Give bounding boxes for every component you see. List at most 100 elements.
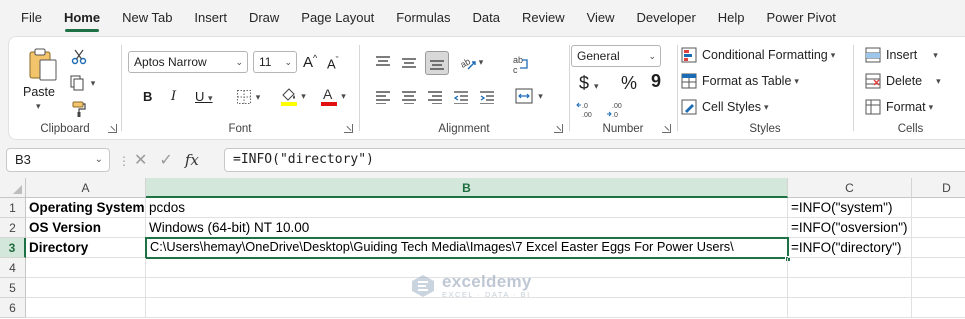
delete-cells-button[interactable]: Delete ▾ xyxy=(865,73,941,89)
number-dialog-launcher-icon[interactable] xyxy=(662,124,671,133)
cell-d5[interactable] xyxy=(912,278,965,298)
increase-indent-icon[interactable] xyxy=(477,87,497,107)
format-painter-icon[interactable] xyxy=(69,99,89,119)
tab-page-layout[interactable]: Page Layout xyxy=(290,0,385,36)
wrap-text-icon[interactable]: ab c xyxy=(511,53,531,77)
cell-d6[interactable] xyxy=(912,298,965,318)
tab-review[interactable]: Review xyxy=(511,0,576,36)
select-all-corner[interactable] xyxy=(0,178,26,198)
cell-a6[interactable] xyxy=(26,298,146,318)
paste-label[interactable]: Paste xyxy=(23,85,55,99)
cell-c2[interactable]: =INFO("osversion") xyxy=(788,218,912,238)
cell-c1[interactable]: =INFO("system") xyxy=(788,198,912,218)
tab-file[interactable]: File xyxy=(10,0,53,36)
row-header-1[interactable]: 1 xyxy=(0,198,26,218)
cell-c4[interactable] xyxy=(788,258,912,278)
orientation-icon[interactable]: ab ▾ xyxy=(455,51,487,73)
grow-font-label: A xyxy=(303,54,314,71)
tab-view[interactable]: View xyxy=(576,0,626,36)
tab-developer[interactable]: Developer xyxy=(626,0,707,36)
format-cells-button[interactable]: Format ▾ xyxy=(865,99,933,115)
cell-d3[interactable] xyxy=(912,238,965,258)
tab-new-tab[interactable]: New Tab xyxy=(111,0,183,36)
cell-a1[interactable]: Operating System xyxy=(26,198,146,218)
fill-color-icon[interactable]: ▾ xyxy=(275,85,311,107)
name-box[interactable]: B3 ⌄ xyxy=(6,148,110,172)
align-center-icon[interactable] xyxy=(399,87,419,107)
copy-icon[interactable]: ▾ xyxy=(67,73,97,93)
font-size-select[interactable]: 11 ⌄ xyxy=(253,51,297,73)
row-header-4[interactable]: 4 xyxy=(0,258,26,278)
paste-chevron-down-icon[interactable]: ▾ xyxy=(36,101,41,112)
column-header-a[interactable]: A xyxy=(26,178,146,198)
borders-icon[interactable]: ▾ xyxy=(233,87,263,107)
cell-a2[interactable]: OS Version xyxy=(26,218,146,238)
cell-d2[interactable] xyxy=(912,218,965,238)
row-header-5[interactable]: 5 xyxy=(0,278,26,298)
decrease-decimal-icon[interactable]: .00.0 xyxy=(605,99,631,119)
paste-icon[interactable] xyxy=(25,47,61,83)
font-dialog-launcher-icon[interactable] xyxy=(344,124,353,133)
cells-group-label: Cells xyxy=(897,123,924,135)
cut-icon[interactable] xyxy=(69,47,89,67)
insert-function-icon[interactable]: fx xyxy=(185,151,199,169)
cell-c6[interactable] xyxy=(788,298,912,318)
cell-c5[interactable] xyxy=(788,278,912,298)
increase-decimal-icon[interactable]: .0.00 xyxy=(575,99,601,119)
cell-styles-button[interactable]: Cell Styles ▾ xyxy=(681,99,769,115)
cell-b2[interactable]: Windows (64-bit) NT 10.00 xyxy=(146,218,788,238)
number-format-select[interactable]: General ⌄ xyxy=(571,45,661,67)
merge-center-icon[interactable]: ▾ xyxy=(509,85,549,107)
column-header-b[interactable]: B xyxy=(146,178,788,198)
tab-home[interactable]: Home xyxy=(53,0,111,36)
cell-c3[interactable]: =INFO("directory") xyxy=(788,238,912,258)
comma-style-button[interactable]: 9 xyxy=(651,71,661,92)
font-group-label: Font xyxy=(228,123,252,135)
cell-b6[interactable] xyxy=(146,298,788,318)
cell-b3[interactable]: C:\Users\hemay\OneDrive\Desktop\Guiding … xyxy=(145,237,789,259)
underline-button[interactable]: U ▾ xyxy=(195,89,213,104)
row-header-3[interactable]: 3 xyxy=(0,238,26,258)
align-bottom-icon[interactable] xyxy=(425,51,449,75)
enter-icon[interactable]: ✓ xyxy=(159,150,172,170)
column-header-c[interactable]: C xyxy=(788,178,912,198)
cancel-icon[interactable]: ✕ xyxy=(134,150,147,170)
font-group: Aptos Narrow ⌄ 11 ⌄ A^ Aˇ B I U ▾ ▾ ▾ A … xyxy=(123,41,357,137)
cell-a5[interactable] xyxy=(26,278,146,298)
cell-a4[interactable] xyxy=(26,258,146,278)
tab-formulas[interactable]: Formulas xyxy=(385,0,461,36)
cell-d1[interactable] xyxy=(912,198,965,218)
tab-help[interactable]: Help xyxy=(707,0,756,36)
conditional-formatting-button[interactable]: Conditional Formatting ▾ xyxy=(681,47,835,63)
align-left-icon[interactable] xyxy=(373,87,393,107)
clipboard-dialog-launcher-icon[interactable] xyxy=(108,124,117,133)
insert-cells-button[interactable]: Insert ▾ xyxy=(865,47,938,63)
svg-text:.0: .0 xyxy=(612,112,618,118)
row-header-2[interactable]: 2 xyxy=(0,218,26,238)
font-color-icon[interactable]: A ▾ xyxy=(315,85,351,107)
cell-a3[interactable]: Directory xyxy=(26,238,146,258)
row-header-6[interactable]: 6 xyxy=(0,298,26,318)
align-middle-icon[interactable] xyxy=(399,53,419,73)
bold-button[interactable]: B xyxy=(143,89,152,104)
tab-power-pivot[interactable]: Power Pivot xyxy=(756,0,847,36)
grow-font-button[interactable]: A^ xyxy=(303,53,317,71)
percent-button[interactable]: % xyxy=(621,73,637,94)
column-header-d[interactable]: D xyxy=(912,178,965,198)
decrease-indent-icon[interactable] xyxy=(451,87,471,107)
currency-button[interactable]: $ ▾ xyxy=(579,73,599,94)
align-top-icon[interactable] xyxy=(373,53,393,73)
font-name-select[interactable]: Aptos Narrow ⌄ xyxy=(128,51,248,73)
format-as-table-button[interactable]: Format as Table ▾ xyxy=(681,73,799,89)
cell-b1[interactable]: pcdos xyxy=(146,198,788,218)
formula-input[interactable]: =INFO("directory") xyxy=(224,148,965,172)
tab-insert[interactable]: Insert xyxy=(183,0,238,36)
tab-data[interactable]: Data xyxy=(461,0,510,36)
tab-draw[interactable]: Draw xyxy=(238,0,290,36)
shrink-font-button[interactable]: Aˇ xyxy=(327,55,339,71)
align-right-icon[interactable] xyxy=(425,87,445,107)
italic-button[interactable]: I xyxy=(171,89,176,104)
alignment-dialog-launcher-icon[interactable] xyxy=(554,124,563,133)
ribbon-separator xyxy=(677,45,678,131)
cell-d4[interactable] xyxy=(912,258,965,278)
